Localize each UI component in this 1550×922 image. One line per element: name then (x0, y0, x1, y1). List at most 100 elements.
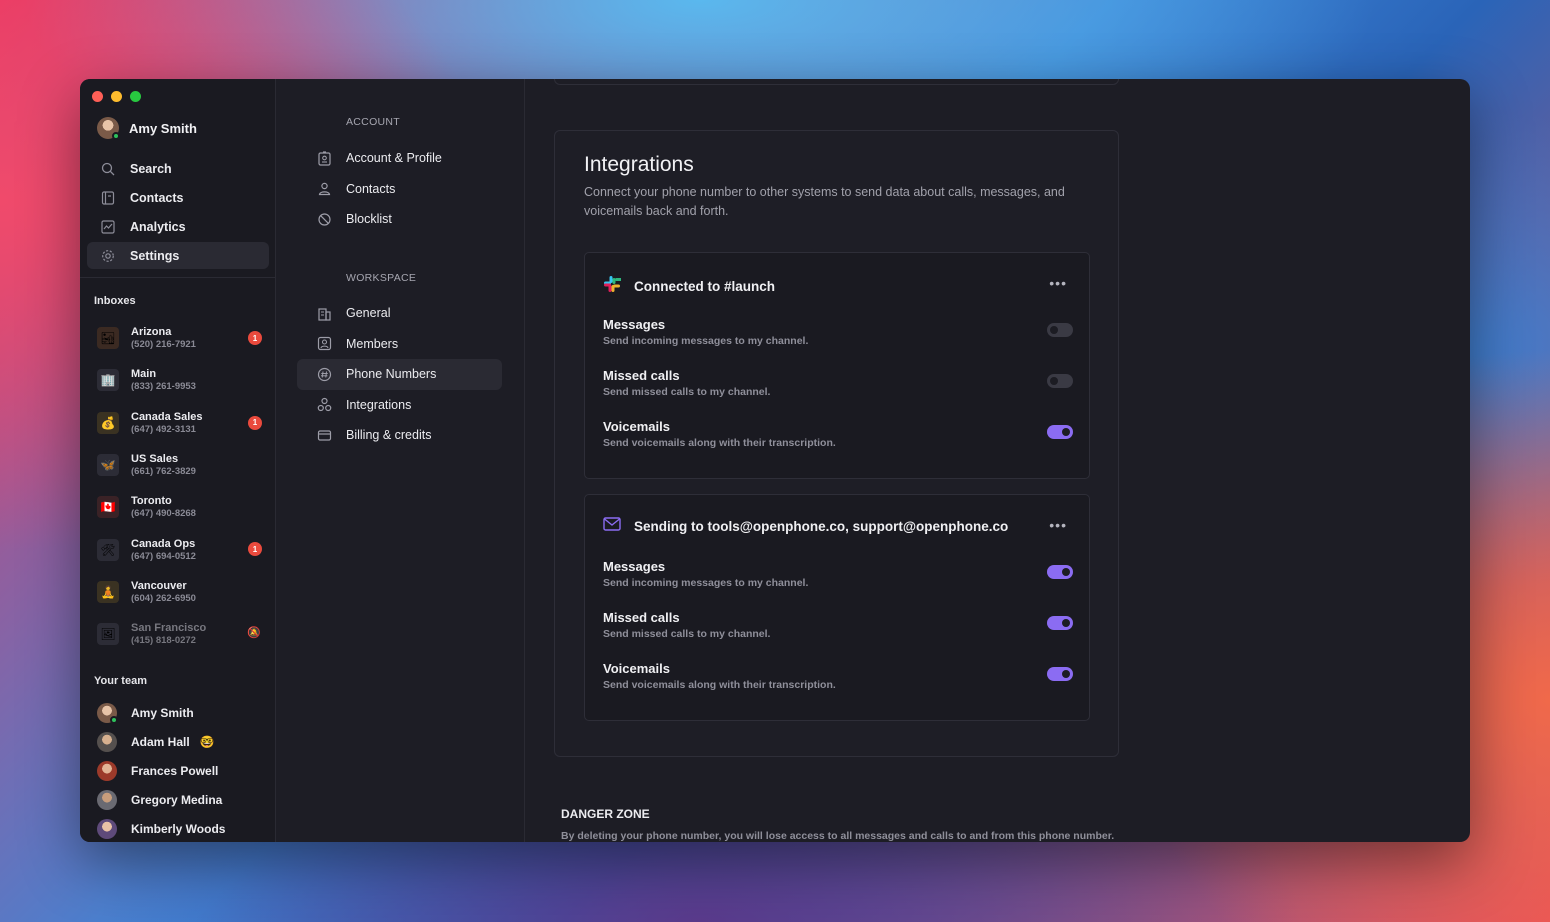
setting-description: Send missed calls to my channel. (603, 628, 1073, 640)
nav-label: Search (130, 162, 172, 176)
previous-card (554, 79, 1119, 85)
voicemails-toggle[interactable] (1047, 425, 1073, 439)
settings-item-label: Phone Numbers (346, 367, 436, 381)
toggle-knob (1062, 568, 1070, 576)
inbox-number: (647) 490-8268 (131, 508, 196, 519)
settings-integrations[interactable]: Integrations (297, 390, 502, 421)
nav-analytics[interactable]: Analytics (87, 213, 269, 240)
inbox-number: (520) 216-7921 (131, 339, 196, 350)
window-controls (92, 91, 141, 102)
inbox-number: (833) 261-9953 (131, 381, 196, 392)
team-member[interactable]: Kimberly Woods (80, 814, 276, 842)
member-name: Gregory Medina (131, 793, 222, 807)
minimize-window-button[interactable] (111, 91, 122, 102)
setting-row: Messages Send incoming messages to my ch… (603, 559, 1073, 599)
inbox-item[interactable]: 🦋 US Sales(661) 762-3829 (80, 444, 276, 486)
credit-card-icon (316, 427, 333, 444)
team-member[interactable]: Amy Smith (80, 699, 276, 728)
avatar (97, 790, 117, 810)
inbox-item[interactable]: 🛠 Canada Ops(647) 694-0512 1 (80, 528, 276, 570)
more-options-icon[interactable]: ••• (1049, 275, 1067, 291)
nav-contacts[interactable]: Contacts (87, 184, 269, 211)
current-user[interactable]: Amy Smith (97, 117, 197, 139)
workspace-heading: WORKSPACE (346, 272, 416, 284)
nav-search[interactable]: Search (87, 155, 269, 182)
inbox-item[interactable]: 💰 Canada Sales(647) 492-3131 1 (80, 402, 276, 444)
avatar (97, 761, 117, 781)
member-name: Amy Smith (131, 706, 194, 720)
toggle-knob (1050, 377, 1058, 385)
inbox-name: Canada Sales (131, 411, 203, 423)
setting-title: Messages (603, 317, 1073, 332)
missed-calls-toggle[interactable] (1047, 616, 1073, 630)
setting-row: Voicemails Send voicemails along with th… (603, 419, 1073, 459)
inbox-emoji: 🏢 (97, 369, 119, 391)
integration-header: Sending to tools@openphone.co, support@o… (603, 517, 1008, 536)
settings-general[interactable]: General (297, 298, 502, 329)
inbox-item[interactable]: 🏢 Main(833) 261-9953 (80, 359, 276, 401)
missed-calls-toggle[interactable] (1047, 374, 1073, 388)
inbox-item[interactable]: 🧘 Vancouver(604) 262-6950 (80, 571, 276, 613)
online-indicator (112, 132, 120, 140)
inbox-item[interactable]: 🏜 Arizona(520) 216-7921 1 (80, 317, 276, 359)
setting-title: Missed calls (603, 610, 1073, 625)
inbox-number: (415) 818-0272 (131, 635, 206, 646)
muted-bell-icon[interactable]: 🔕 (247, 626, 261, 639)
unread-badge: 1 (248, 416, 262, 430)
page-title: Integrations (584, 153, 694, 177)
slack-integration: Connected to #launch ••• Messages Send i… (584, 252, 1090, 479)
setting-row: Missed calls Send missed calls to my cha… (603, 610, 1073, 650)
toggle-knob (1050, 326, 1058, 334)
inbox-emoji: 🦋 (97, 454, 119, 476)
more-options-icon[interactable]: ••• (1049, 517, 1067, 533)
avatar (97, 117, 119, 139)
gear-icon (100, 248, 116, 264)
setting-title: Voicemails (603, 661, 1073, 676)
messages-toggle[interactable] (1047, 565, 1073, 579)
settings-members[interactable]: Members (297, 329, 502, 360)
setting-title: Missed calls (603, 368, 1073, 383)
contacts-icon (100, 190, 116, 206)
search-icon (100, 161, 116, 177)
settings-item-label: General (346, 306, 390, 320)
setting-description: Send voicemails along with their transcr… (603, 679, 1073, 691)
inbox-emoji: 💰 (97, 412, 119, 434)
inbox-item[interactable]: 🇨🇦 Toronto(647) 490-8268 (80, 486, 276, 528)
team-member[interactable]: Adam Hall 🤓 (80, 728, 276, 757)
voicemails-toggle[interactable] (1047, 667, 1073, 681)
settings-blocklist[interactable]: Blocklist (297, 204, 502, 235)
team-member[interactable]: Gregory Medina (80, 785, 276, 814)
messages-toggle[interactable] (1047, 323, 1073, 337)
main-content: Integrations Connect your phone number t… (525, 79, 1470, 842)
account-settings-list: Account & Profile Contacts Blocklist (297, 143, 502, 235)
close-window-button[interactable] (92, 91, 103, 102)
id-badge-icon (316, 150, 333, 167)
status-emoji: 🤓 (200, 735, 215, 749)
sidebar: Amy Smith Search Contacts Analytics (80, 79, 276, 842)
settings-account-profile[interactable]: Account & Profile (297, 143, 502, 174)
inbox-item[interactable]: 🖼 San Francisco(415) 818-0272 🔕 (80, 613, 276, 655)
maximize-window-button[interactable] (130, 91, 141, 102)
avatar (97, 732, 117, 752)
person-icon (316, 180, 333, 197)
mail-icon (603, 517, 621, 536)
settings-contacts[interactable]: Contacts (297, 174, 502, 205)
setting-description: Send voicemails along with their transcr… (603, 437, 1073, 449)
settings-nav: ACCOUNT Account & Profile Contacts Block… (276, 79, 525, 842)
inbox-number: (647) 694-0512 (131, 551, 196, 562)
integration-title: Connected to #launch (634, 279, 775, 294)
account-heading: ACCOUNT (346, 116, 400, 128)
inbox-emoji: 🏜 (97, 327, 119, 349)
settings-billing[interactable]: Billing & credits (297, 420, 502, 451)
settings-phone-numbers[interactable]: Phone Numbers (297, 359, 502, 390)
nav-settings[interactable]: Settings (87, 242, 269, 269)
inboxes-heading: Inboxes (94, 295, 136, 307)
workspace-settings-list: General Members Phone Numbers Integratio… (297, 298, 502, 451)
block-icon (316, 211, 333, 228)
avatar (97, 703, 117, 723)
settings-item-label: Billing & credits (346, 428, 431, 442)
team-member[interactable]: Frances Powell (80, 757, 276, 786)
member-name: Frances Powell (131, 764, 218, 778)
online-indicator (110, 716, 118, 724)
divider (80, 277, 275, 278)
